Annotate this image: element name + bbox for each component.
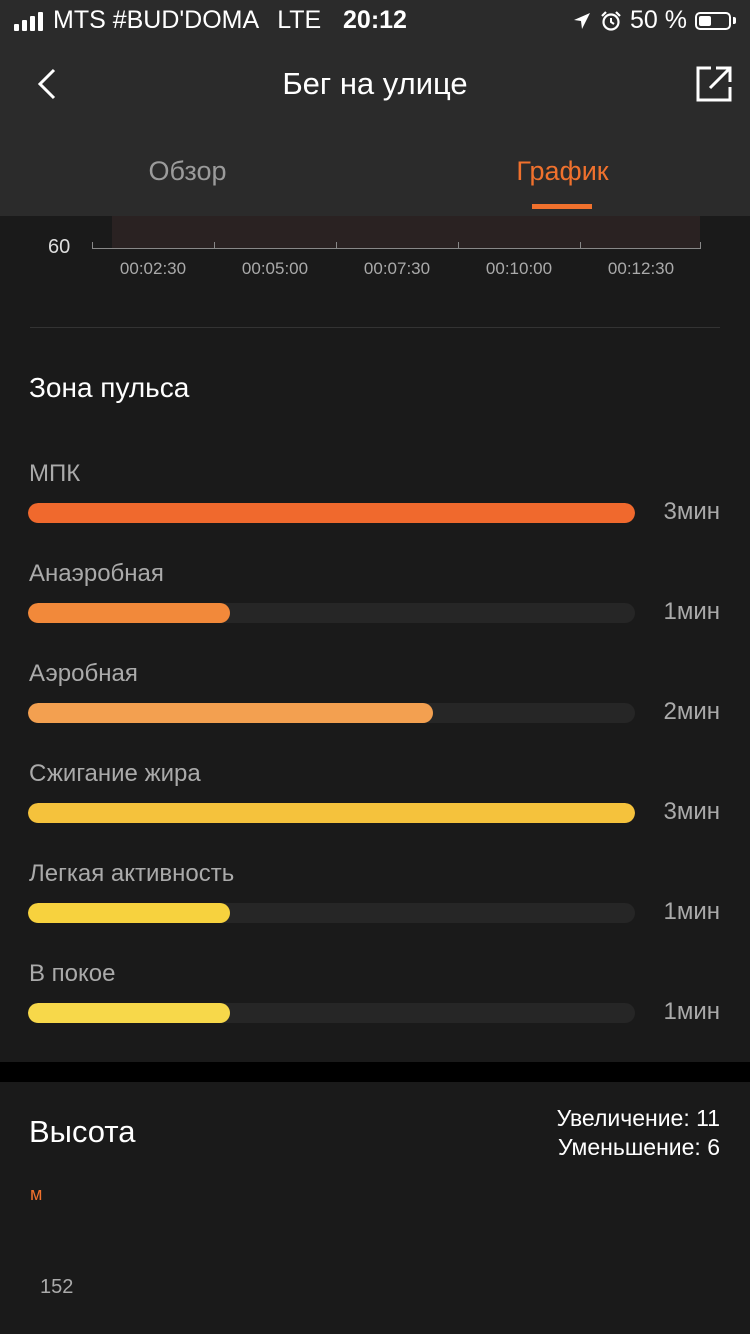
- elevation-stats: Увеличение: 11 Уменьшение: 6: [557, 1104, 720, 1162]
- zone-label: МПК: [29, 460, 81, 487]
- zone-duration: 3мин: [663, 798, 720, 825]
- status-left: MTS #BUD'DOMA LTE: [14, 6, 321, 35]
- zone-duration: 3мин: [663, 498, 720, 525]
- zone-row: МПК 3мин: [0, 460, 750, 560]
- elevation-unit: м: [30, 1184, 43, 1204]
- zone-bar-track: [28, 1003, 635, 1023]
- heart-zones-section: Зона пульса МПК 3мин Анаэробная 1мин Аэр…: [0, 328, 750, 1062]
- zone-duration: 2мин: [663, 698, 720, 725]
- elevation-section: Высота Увеличение: 11 Уменьшение: 6 м 15…: [0, 1082, 750, 1334]
- x-tick-mark: [580, 242, 581, 249]
- section-gap: [0, 1062, 750, 1082]
- y-tick-label: 152: [40, 1276, 74, 1298]
- x-tick-mark: [458, 242, 459, 249]
- zone-row: Анаэробная 1мин: [0, 560, 750, 660]
- zone-label: В покое: [29, 960, 116, 987]
- page-title: Бег на улице: [282, 66, 468, 101]
- zone-bar-track: [28, 503, 635, 523]
- carrier-name: MTS #BUD'DOMA: [53, 6, 260, 34]
- zone-duration: 1мин: [663, 598, 720, 625]
- x-tick-label: 00:02:30: [119, 259, 187, 278]
- zone-bar-track: [28, 603, 635, 623]
- zone-label: Анаэробная: [29, 560, 164, 587]
- tab-overview[interactable]: Обзор: [0, 156, 375, 187]
- x-axis-line: [92, 248, 700, 249]
- share-icon: [696, 66, 732, 102]
- x-tick-mark: [92, 242, 93, 249]
- y-tick-label: 60: [48, 236, 71, 258]
- section-title: Высота: [29, 1114, 136, 1149]
- zone-label: Легкая активность: [29, 860, 235, 887]
- chevron-left-icon: [37, 68, 56, 100]
- elevation-decrease: Уменьшение: 6: [557, 1134, 720, 1160]
- zone-bar-fill: [28, 1003, 231, 1023]
- zone-bar-track: [28, 903, 635, 923]
- zone-bar-fill: [28, 603, 231, 623]
- zone-label: Сжигание жира: [29, 760, 201, 787]
- x-tick-label: 00:07:30: [363, 259, 431, 278]
- status-right: 50 %: [572, 6, 736, 35]
- chart-plot-area: [112, 216, 700, 248]
- zone-label: Аэробная: [29, 660, 138, 687]
- battery-icon: [695, 11, 731, 30]
- zone-bar-track: [28, 703, 635, 723]
- network-type: LTE: [277, 6, 322, 34]
- heart-rate-chart: 60 00:02:30 00:05:00 00:07:30 00:10:00 0…: [0, 216, 750, 328]
- signal-icon: [14, 11, 43, 31]
- x-tick-mark: [700, 242, 701, 249]
- zone-bar-fill: [28, 503, 635, 523]
- x-tick-mark: [336, 242, 337, 249]
- zone-row: Легкая активность 1мин: [0, 860, 750, 960]
- zone-row: Аэробная 2мин: [0, 660, 750, 760]
- back-button[interactable]: [30, 64, 70, 104]
- x-tick-label: 00:05:00: [241, 259, 309, 278]
- zone-duration: 1мин: [663, 998, 720, 1025]
- elevation-increase: Увеличение: 11: [556, 1105, 720, 1131]
- active-tab-indicator: [532, 204, 592, 209]
- status-bar: MTS #BUD'DOMA LTE 20:12 50 %: [0, 0, 750, 42]
- zone-bar-track: [28, 803, 635, 823]
- x-tick-mark: [214, 242, 215, 249]
- battery-percent: 50 %: [630, 6, 687, 34]
- tab-chart[interactable]: График: [375, 156, 750, 187]
- zone-row: В покое 1мин: [0, 960, 750, 1060]
- alarm-icon: [601, 10, 621, 31]
- x-tick-label: 00:12:30: [607, 259, 675, 278]
- zone-bar-fill: [28, 703, 433, 723]
- share-button[interactable]: [694, 64, 734, 104]
- zone-bar-fill: [28, 803, 635, 823]
- location-icon: [574, 12, 591, 29]
- x-tick-label: 00:10:00: [485, 259, 553, 278]
- zone-duration: 1мин: [663, 898, 720, 925]
- app-header: Бег на улице Обзор График: [0, 42, 750, 216]
- section-title: Зона пульса: [29, 372, 190, 403]
- zone-bar-fill: [28, 903, 231, 923]
- zone-row: Сжигание жира 3мин: [0, 760, 750, 860]
